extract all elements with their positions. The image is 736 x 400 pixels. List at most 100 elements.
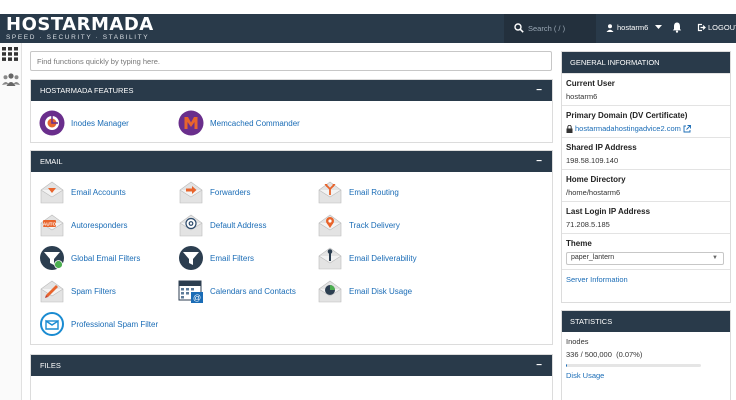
collapse-button[interactable]: − <box>536 355 542 376</box>
tools-grid-button[interactable] <box>2 47 20 63</box>
info-label: Primary Domain (DV Certificate) <box>566 111 688 120</box>
user-icon <box>606 23 614 32</box>
item-label: Email Routing <box>349 187 399 197</box>
email-deliverability-icon <box>318 247 342 270</box>
email-deliverability-link[interactable]: Email Deliverability <box>317 245 417 271</box>
home-directory-row: Home Directory /home/hostarm6 <box>562 169 730 201</box>
autoresponders-icon: AUTO <box>40 214 64 237</box>
theme-select-value: paper_lantern <box>571 254 615 261</box>
logout-label: LOGOUT <box>708 23 736 32</box>
calendars-contacts-link[interactable]: @ Calendars and Contacts <box>178 278 296 304</box>
users-button[interactable] <box>2 73 20 89</box>
info-label: Last Login IP Address <box>566 207 651 216</box>
home-directory-value: /home/hostarm6 <box>566 188 621 197</box>
logo-tagline: SPEED · SECURITY · STABILITY <box>6 34 150 41</box>
username-label: hostarm6 <box>617 23 649 32</box>
svg-text:@: @ <box>193 294 201 303</box>
hostarmada-features-panel: HOSTARMADA FEATURES − Inodes Manager Mem… <box>30 79 553 143</box>
info-label: Current User <box>566 79 615 88</box>
server-information-link[interactable]: Server Information <box>566 275 628 284</box>
shared-ip-value: 198.58.109.140 <box>566 156 619 165</box>
general-information-panel: GENERAL INFORMATION Current User hostarm… <box>561 51 731 303</box>
users-icon <box>2 73 20 86</box>
quick-function-search[interactable] <box>30 51 552 71</box>
shared-ip-row: Shared IP Address 198.58.109.140 <box>562 137 730 169</box>
autoresponders-link[interactable]: AUTO Autoresponders <box>39 212 127 238</box>
email-routing-icon <box>318 181 342 204</box>
inodes-value: 336 / 500,000 (0.07%) <box>566 350 643 359</box>
professional-spam-filter-link[interactable]: Professional Spam Filter <box>39 311 158 337</box>
statistics-panel: STATISTICS Inodes 336 / 500,000 (0.07%) … <box>561 310 731 400</box>
item-label: Inodes Manager <box>71 118 129 128</box>
inodes-used: 336 <box>566 350 579 359</box>
email-disk-usage-link[interactable]: Email Disk Usage <box>317 278 412 304</box>
panel-title: EMAIL <box>40 157 63 166</box>
professional-spam-filter-icon <box>40 312 64 336</box>
global-search <box>504 14 596 43</box>
default-address-link[interactable]: Default Address <box>178 212 266 238</box>
global-email-filters-link[interactable]: Global Email Filters <box>39 245 140 271</box>
memcached-commander-link[interactable]: Memcached Commander <box>178 110 300 136</box>
left-sidebar <box>0 43 22 400</box>
user-menu[interactable]: hostarm6 <box>606 23 663 32</box>
global-email-filters-icon <box>40 246 64 270</box>
top-navbar: HOSTARMADA SPEED · SECURITY · STABILITY … <box>0 14 736 43</box>
autoresponders-badge-text: AUTO <box>43 222 57 228</box>
item-label: Calendars and Contacts <box>210 286 296 296</box>
panel-header: STATISTICS <box>562 311 730 332</box>
logout-icon <box>697 23 706 32</box>
forwarders-link[interactable]: Forwarders <box>178 179 250 205</box>
info-label: Home Directory <box>566 175 626 184</box>
item-label: Email Filters <box>210 253 255 263</box>
info-label: Shared IP Address <box>566 143 637 152</box>
item-label: Professional Spam Filter <box>71 319 159 329</box>
info-label: Theme <box>566 239 592 248</box>
inodes-total: 500,000 <box>584 350 612 359</box>
collapse-button[interactable]: − <box>536 151 542 172</box>
item-label: Forwarders <box>210 187 251 197</box>
inodes-manager-link[interactable]: Inodes Manager <box>39 110 129 136</box>
collapse-button[interactable]: − <box>536 80 542 101</box>
email-accounts-link[interactable]: Email Accounts <box>39 179 126 205</box>
email-panel: EMAIL − Email Accounts Forwarders Email … <box>30 150 553 345</box>
theme-select[interactable]: paper_lantern ▼ <box>566 252 724 265</box>
external-link-icon[interactable] <box>683 124 691 133</box>
calendars-contacts-icon: @ <box>178 280 203 303</box>
panel-header[interactable]: HOSTARMADA FEATURES − <box>31 80 552 101</box>
inodes-percent: (0.07%) <box>616 350 643 359</box>
inodes-progress-fill <box>566 364 568 367</box>
email-filters-link[interactable]: Email Filters <box>178 245 254 271</box>
email-routing-link[interactable]: Email Routing <box>317 179 399 205</box>
spam-filters-icon <box>40 280 64 303</box>
panel-title: HOSTARMADA FEATURES <box>40 86 134 95</box>
panel-header[interactable]: EMAIL − <box>31 151 552 172</box>
item-label: Default Address <box>210 220 267 230</box>
caret-down-icon: ▼ <box>712 255 718 261</box>
spam-filters-link[interactable]: Spam Filters <box>39 278 116 304</box>
inodes-row: Inodes 336 / 500,000 (0.07%) <box>562 332 730 371</box>
hostarmada-logo[interactable]: HOSTARMADA SPEED · SECURITY · STABILITY <box>6 15 154 41</box>
panel-header[interactable]: FILES − <box>31 355 552 376</box>
item-label: Memcached Commander <box>210 118 300 128</box>
last-login-value: 71.208.5.185 <box>566 220 610 229</box>
memcached-commander-icon <box>178 110 204 136</box>
lock-icon <box>566 124 573 133</box>
primary-domain-link[interactable]: hostarmadahostingadvice2.com <box>575 124 681 133</box>
search-icon <box>514 23 524 33</box>
current-user-value: hostarm6 <box>566 92 598 101</box>
track-delivery-link[interactable]: Track Delivery <box>317 212 400 238</box>
notifications-button[interactable] <box>672 22 682 35</box>
inodes-progress-bar <box>566 364 701 367</box>
email-filters-icon <box>179 246 203 270</box>
email-disk-usage-icon <box>318 280 342 303</box>
caret-down-icon <box>655 25 663 29</box>
last-login-row: Last Login IP Address 71.208.5.185 <box>562 201 730 233</box>
item-label: Autoresponders <box>71 220 128 230</box>
item-label: Global Email Filters <box>71 253 141 263</box>
disk-usage-row: Disk Usage <box>562 371 730 380</box>
forwarders-icon <box>179 181 203 204</box>
logout-button[interactable]: LOGOUT <box>697 23 736 32</box>
current-user-row: Current User hostarm6 <box>562 73 730 105</box>
global-search-input[interactable] <box>528 20 590 37</box>
disk-usage-link[interactable]: Disk Usage <box>566 371 604 380</box>
